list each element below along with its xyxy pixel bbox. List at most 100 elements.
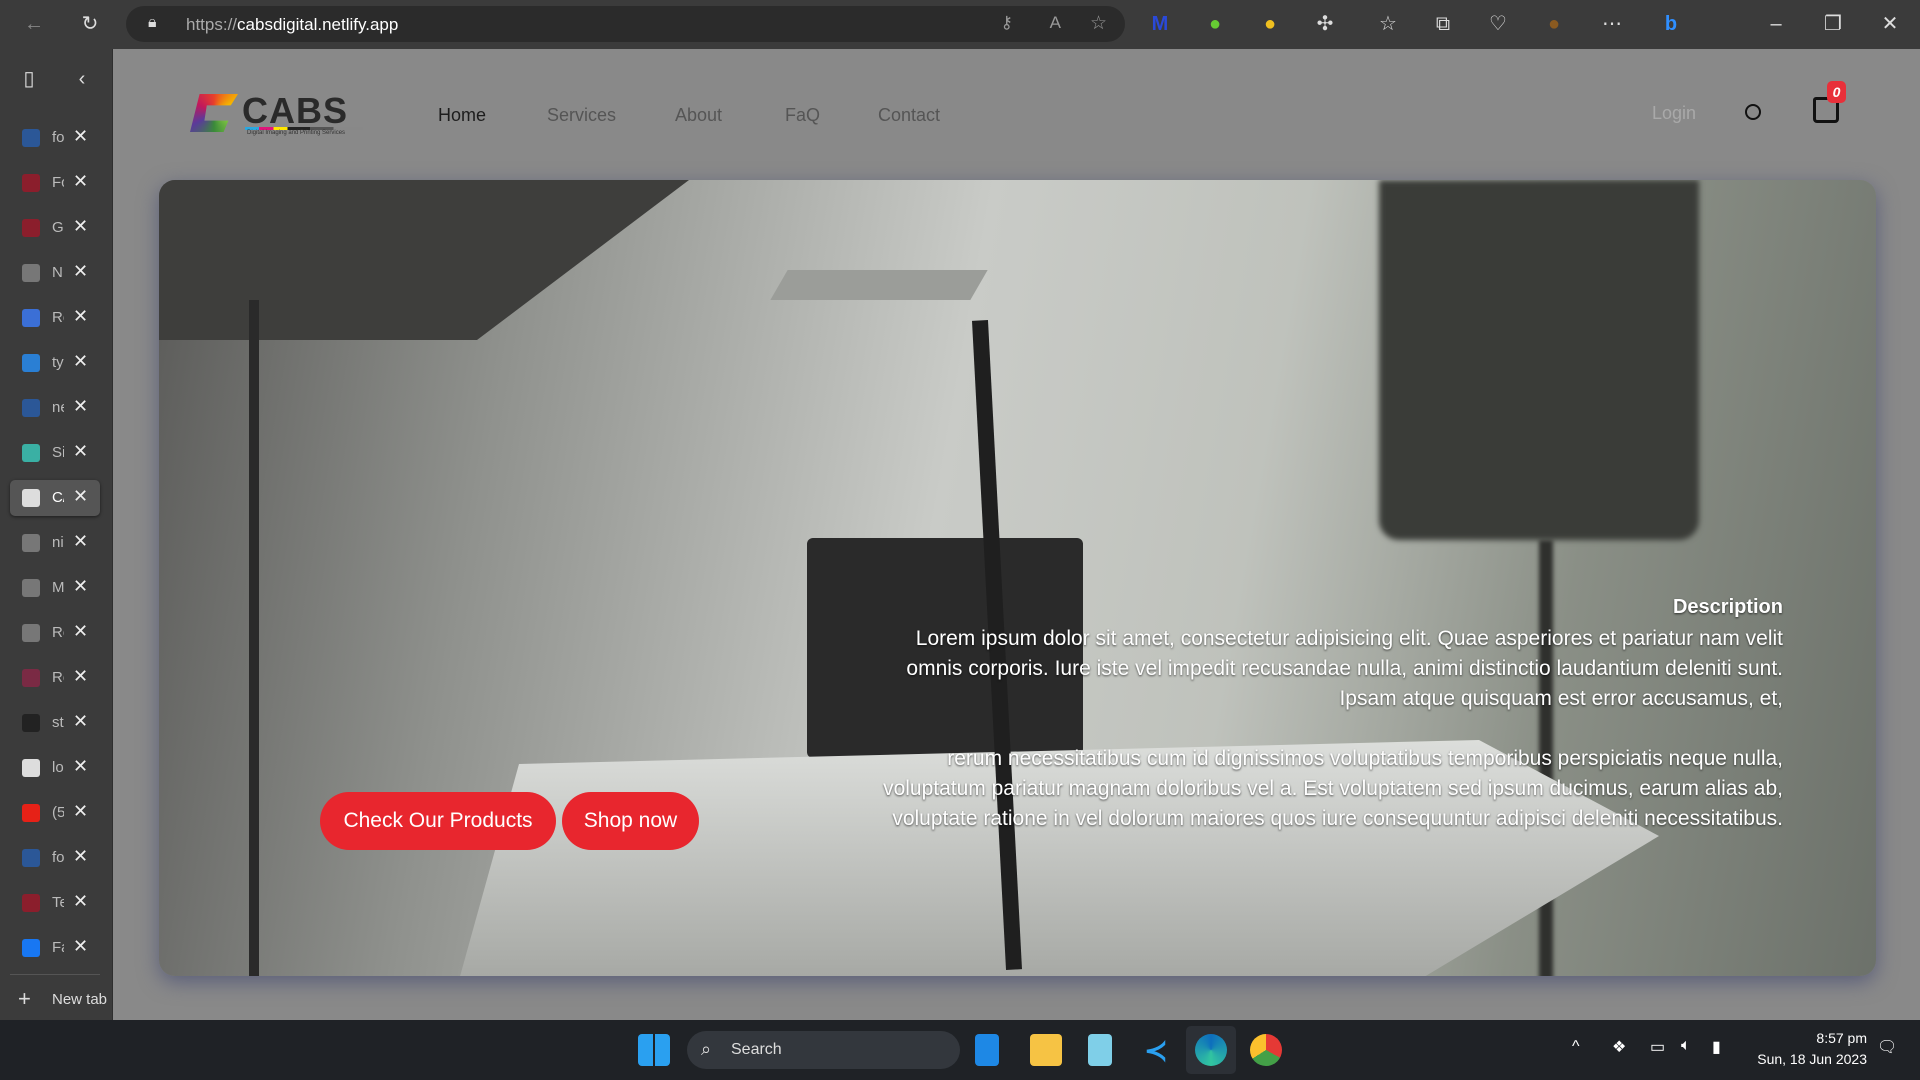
address-bar[interactable]: 🔒︎ https://cabsdigital.netlify.app ⚷ A ☆ [126,6,1125,42]
site-logo[interactable]: CABS Digital Imaging and Printing Servic… [190,90,365,138]
chrome-icon[interactable] [1250,1034,1282,1066]
nav-home[interactable]: Home [438,105,486,126]
close-tab-icon[interactable]: ✕ [73,846,88,867]
close-tab-icon[interactable]: ✕ [73,756,88,777]
more-menu-icon[interactable]: ⋯ [1598,10,1626,38]
idm-extension-icon[interactable]: ● [1201,10,1229,38]
tab-title: Re [52,669,64,686]
notepad-icon[interactable] [1088,1034,1112,1066]
sidebar-tab[interactable]: Fc ✕ [10,165,100,201]
sidebar-tab[interactable]: st ✕ [10,705,100,741]
minimize-icon[interactable]: – [1762,10,1790,38]
clock-date[interactable]: Sun, 18 Jun 2023 [1757,1051,1867,1067]
close-tab-icon[interactable]: ✕ [73,306,88,327]
tab-favicon-icon [22,849,40,867]
taskbar-search-label: Search [731,1041,782,1058]
nav-about[interactable]: About [675,105,722,126]
tray-chevron-icon[interactable]: ^ [1572,1038,1580,1056]
sidebar-tab[interactable]: Fa ✕ [10,930,100,966]
sidebar-tab[interactable]: M ✕ [10,570,100,606]
logo-mark-icon [190,94,238,132]
close-tab-icon[interactable]: ✕ [73,576,88,597]
extension-icon[interactable]: ● [1256,10,1284,38]
battery-icon[interactable]: ▮ [1712,1037,1721,1057]
close-tab-icon[interactable]: ✕ [73,486,88,507]
sidebar-tab[interactable]: lo ✕ [10,750,100,786]
close-tab-icon[interactable]: ✕ [73,126,88,147]
close-tab-icon[interactable]: ✕ [73,261,88,282]
close-tab-icon[interactable]: ✕ [73,531,88,552]
vscode-icon[interactable]: ≺ [1140,1034,1172,1066]
tab-favicon-icon [22,579,40,597]
search-icon[interactable] [1745,104,1761,120]
hero-photo-tray [770,270,988,300]
dropbox-icon[interactable]: ❖ [1612,1037,1626,1057]
sidebar-tab[interactable]: fo ✕ [10,840,100,876]
hero-photo-speaker [1379,180,1699,540]
login-link[interactable]: Login [1652,103,1696,124]
close-tab-icon[interactable]: ✕ [73,666,88,687]
sidebar-tab[interactable]: Re ✕ [10,660,100,696]
bing-chat-icon[interactable]: b [1657,10,1685,38]
tab-actions-icon[interactable]: ▯ [15,65,43,93]
close-tab-icon[interactable]: ✕ [73,351,88,372]
close-tab-icon[interactable]: ✕ [73,711,88,732]
tab-title: st [52,714,64,731]
logo-tagline: Digital Imaging and Printing Services [247,130,346,136]
profile-avatar-icon[interactable]: ● [1540,10,1568,38]
close-tab-icon[interactable]: ✕ [73,441,88,462]
sidebar-tab[interactable]: C/ ✕ [10,480,100,516]
close-tab-icon[interactable]: ✕ [73,936,88,957]
description-line: Lorem ipsum dolor sit amet, consectetur … [915,627,1783,650]
sidebar-tab[interactable]: ne ✕ [10,390,100,426]
close-tab-icon[interactable]: ✕ [73,396,88,417]
tab-title: Re [52,309,64,326]
clock-time[interactable]: 8:57 pm [1816,1030,1867,1046]
volume-icon[interactable]: 🔈︎ [1681,1037,1691,1055]
sidebar-tab[interactable]: Si ✕ [10,435,100,471]
description-title: Description [1672,596,1783,618]
sidebar-tab[interactable]: Re ✕ [10,615,100,651]
health-icon[interactable]: ♡ [1484,10,1512,38]
notification-icon[interactable]: 🗨︎ [1877,1037,1897,1057]
collections-icon[interactable]: ⧉ [1429,10,1457,38]
file-explorer-icon[interactable] [1030,1034,1062,1066]
widgets-app-icon[interactable] [975,1034,999,1066]
sidebar-tab[interactable]: G ✕ [10,210,100,246]
read-aloud-icon[interactable]: A [1050,13,1061,33]
close-tab-icon[interactable]: ✕ [73,171,88,192]
collapse-sidebar-icon[interactable]: ‹ [68,65,96,93]
refresh-icon[interactable]: ↻ [76,10,104,38]
nav-services[interactable]: Services [547,105,616,126]
close-tab-icon[interactable]: ✕ [73,891,88,912]
extensions-puzzle-icon[interactable]: ✣ [1311,10,1339,38]
malwarebytes-extension-icon[interactable]: M [1146,10,1174,38]
taskbar-search[interactable]: ⌕ Search [687,1031,960,1069]
key-icon[interactable]: ⚷ [1001,13,1013,33]
nav-contact[interactable]: Contact [878,105,940,126]
favorite-star-icon[interactable]: ☆ [1090,12,1107,35]
start-icon[interactable] [638,1034,670,1066]
tab-title: M [52,579,64,596]
tab-favicon-icon [22,714,40,732]
close-tab-icon[interactable]: ✕ [73,216,88,237]
close-window-icon[interactable]: ✕ [1876,10,1904,38]
check-products-button[interactable]: Check Our Products [320,792,556,850]
sidebar-tab[interactable]: ni ✕ [10,525,100,561]
network-icon[interactable]: ▭ [1650,1037,1665,1057]
sidebar-tab[interactable]: Re ✕ [10,300,100,336]
sidebar-tab[interactable]: N ✕ [10,255,100,291]
close-tab-icon[interactable]: ✕ [73,801,88,822]
edge-icon[interactable] [1195,1034,1227,1066]
close-tab-icon[interactable]: ✕ [73,621,88,642]
sidebar-tab[interactable]: fo ✕ [10,120,100,156]
sidebar-tab[interactable]: Te ✕ [10,885,100,921]
restore-icon[interactable]: ❐ [1819,10,1847,38]
nav-faq[interactable]: FaQ [785,105,820,126]
new-tab-button[interactable]: New tab [52,991,107,1008]
shop-now-button[interactable]: Shop now [562,792,699,850]
favorites-icon[interactable]: ☆ [1374,10,1402,38]
sidebar-tab[interactable]: (5 ✕ [10,795,100,831]
back-icon[interactable]: ← [20,10,48,38]
sidebar-tab[interactable]: ty ✕ [10,345,100,381]
